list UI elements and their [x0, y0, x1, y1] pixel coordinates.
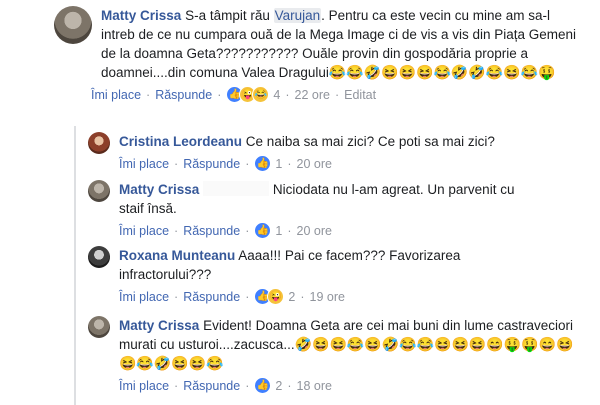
separator: · [217, 87, 222, 102]
reply-comment: Cristina Leordeanu Ce naiba sa mai zici?… [88, 132, 593, 172]
reply-link[interactable]: Răspunde [155, 88, 212, 102]
avatar[interactable] [88, 316, 110, 338]
like-link[interactable]: Îmi place [119, 224, 169, 238]
like-link[interactable]: Îmi place [119, 157, 169, 171]
separator: · [245, 289, 250, 304]
comment-text: Matty Crissa S-a tâmpit rău Varujan. Pen… [101, 6, 585, 82]
redacted-area [203, 181, 270, 196]
comment-author[interactable]: Matty Crissa [119, 182, 199, 197]
comment: Matty Crissa S-a tâmpit rău Varujan. Pen… [54, 6, 594, 103]
separator: · [285, 87, 290, 102]
timestamp[interactable]: 18 ore [297, 379, 332, 393]
reaction-count[interactable]: 2 [275, 379, 282, 393]
separator: · [174, 223, 179, 238]
avatar[interactable] [88, 132, 110, 154]
avatar[interactable] [54, 6, 92, 44]
comment-author[interactable]: Matty Crissa [101, 8, 181, 23]
separator: · [245, 156, 250, 171]
reply-comment: Matty Crissa Niciodata nu l-am agreat. U… [88, 180, 593, 239]
separator: · [174, 156, 179, 171]
reactions-summary[interactable]: 👍 [254, 155, 272, 172]
comment-text: Cristina Leordeanu Ce naiba sa mai zici?… [119, 132, 495, 151]
comment-text: Matty Crissa Niciodata nu l-am agreat. U… [119, 180, 519, 218]
comment-actions: Îmi place · Răspunde · 👍 1 · 20 ore [119, 222, 519, 239]
comment-author[interactable]: Cristina Leordeanu [119, 134, 242, 149]
comment-actions: Îmi place · Răspunde · 👍 😜 2 · 19 ore [119, 288, 519, 305]
reply-comment: Roxana Munteanu Aaaa!!! Pai ce facem??? … [88, 246, 593, 305]
timestamp[interactable]: 20 ore [297, 157, 332, 171]
comment-actions: Îmi place · Răspunde · 👍 2 · 18 ore [119, 377, 581, 394]
separator: · [245, 223, 250, 238]
comment-author[interactable]: Roxana Munteanu [119, 248, 235, 263]
reply-link[interactable]: Răspunde [183, 157, 240, 171]
like-reaction-icon: 👍 [254, 222, 272, 239]
emoji-string: 😂😂🤣😆😆😆😂🤣🤣😂😆😂🤑 [328, 64, 556, 80]
reply-link[interactable]: Răspunde [183, 224, 240, 238]
separator: · [287, 378, 292, 393]
reply-link[interactable]: Răspunde [183, 379, 240, 393]
reply-comment: Matty Crissa Evident! Doamna Geta are ce… [88, 316, 593, 394]
separator: · [287, 223, 292, 238]
like-link[interactable]: Îmi place [91, 88, 141, 102]
separator: · [334, 87, 340, 102]
avatar[interactable] [88, 246, 110, 268]
timestamp[interactable]: 22 ore [295, 88, 330, 102]
reactions-summary[interactable]: 👍 😜 [254, 288, 285, 305]
separator: · [300, 289, 305, 304]
separator: · [146, 87, 151, 102]
avatar[interactable] [88, 180, 110, 202]
separator: · [287, 156, 292, 171]
comment-text-part: Ce naiba sa mai zici? Ce poti sa mai zic… [245, 134, 495, 149]
reaction-count[interactable]: 4 [273, 88, 280, 102]
reactions-summary[interactable]: 👍 😜 😂 [226, 86, 270, 103]
like-link[interactable]: Îmi place [119, 290, 169, 304]
like-reaction-icon: 👍 [254, 377, 272, 394]
timestamp[interactable]: 19 ore [310, 290, 345, 304]
separator: · [174, 378, 179, 393]
edited-label[interactable]: Editat [344, 88, 376, 102]
separator: · [245, 378, 250, 393]
reaction-count[interactable]: 2 [288, 290, 295, 304]
laugh-reaction-icon: 😂 [252, 86, 270, 103]
reply-thread-line [74, 126, 76, 405]
comment-author[interactable]: Matty Crissa [119, 318, 199, 333]
wink-reaction-icon: 😜 [267, 288, 285, 305]
reaction-count[interactable]: 1 [275, 157, 282, 171]
comment-text-part: S-a tâmpit rău [185, 8, 274, 23]
reactions-summary[interactable]: 👍 [254, 377, 272, 394]
reactions-summary[interactable]: 👍 [254, 222, 272, 239]
like-reaction-icon: 👍 [254, 155, 272, 172]
comment-text: Roxana Munteanu Aaaa!!! Pai ce facem??? … [119, 246, 519, 284]
comment-actions: Îmi place · Răspunde · 👍 1 · 20 ore [119, 155, 495, 172]
timestamp[interactable]: 20 ore [297, 224, 332, 238]
reaction-count[interactable]: 1 [275, 224, 282, 238]
comment-actions: Îmi place · Răspunde · 👍 😜 😂 4 · 22 ore … [91, 86, 585, 103]
comment-text: Matty Crissa Evident! Doamna Geta are ce… [119, 316, 581, 373]
reply-link[interactable]: Răspunde [183, 290, 240, 304]
like-link[interactable]: Îmi place [119, 379, 169, 393]
separator: · [174, 289, 179, 304]
mention-link[interactable]: Varujan [273, 8, 322, 23]
